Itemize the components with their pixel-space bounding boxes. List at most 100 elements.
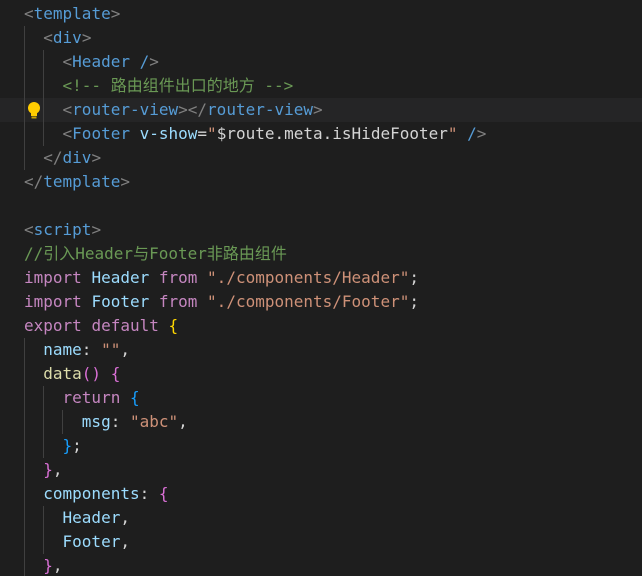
code-token: import: [24, 292, 82, 311]
code-line[interactable]: Header,: [0, 506, 642, 530]
code-token: >: [476, 124, 487, 143]
code-line[interactable]: data() {: [0, 362, 642, 386]
code-text: import Header from "./components/Header"…: [24, 266, 419, 290]
code-line[interactable]: },: [0, 458, 642, 482]
code-token: {: [110, 364, 121, 383]
code-token: Footer: [62, 532, 121, 551]
code-token: ></: [178, 100, 208, 119]
code-token: v-show: [139, 124, 198, 143]
code-line[interactable]: //引入Header与Footer非路由组件: [0, 242, 642, 266]
code-token: <: [24, 220, 34, 239]
code-line[interactable]: </div>: [0, 146, 642, 170]
code-token: /: [467, 124, 477, 143]
code-token: (): [81, 364, 102, 383]
code-token: router-view: [207, 100, 314, 119]
code-token: /: [129, 52, 150, 71]
code-token: default: [91, 316, 159, 335]
code-line[interactable]: <template>: [0, 2, 642, 26]
code-text: export default {: [24, 314, 178, 338]
code-line[interactable]: msg: "abc",: [0, 410, 642, 434]
code-token: {: [168, 316, 179, 335]
code-token: :: [139, 484, 159, 503]
code-line[interactable]: </template>: [0, 170, 642, 194]
code-line[interactable]: Footer,: [0, 530, 642, 554]
lightbulb-icon[interactable]: [24, 100, 44, 120]
code-token: ,: [52, 556, 63, 575]
code-token: >: [149, 52, 159, 71]
code-editor[interactable]: <template> <div> <Header /> <!-- 路由组件出口的…: [0, 0, 642, 576]
code-text: components: {: [24, 482, 168, 506]
code-text: Header,: [24, 506, 130, 530]
code-line[interactable]: <script>: [0, 218, 642, 242]
code-token: Header: [72, 52, 130, 71]
code-token: </: [43, 148, 63, 167]
code-text: <Header />: [24, 50, 159, 74]
code-text: <template>: [24, 2, 120, 26]
code-line[interactable]: };: [0, 434, 642, 458]
code-token: }: [43, 460, 53, 479]
code-token: import: [24, 268, 82, 287]
code-line[interactable]: <Footer v-show="$route.meta.isHideFooter…: [0, 122, 642, 146]
code-token: script: [33, 220, 92, 239]
code-line[interactable]: <div>: [0, 26, 642, 50]
code-line[interactable]: export default {: [0, 314, 642, 338]
code-token: ;: [409, 292, 419, 311]
code-line[interactable]: <!-- 路由组件出口的地方 -->: [0, 74, 642, 98]
code-text: };: [24, 434, 82, 458]
code-token: ,: [120, 508, 130, 527]
code-text: <Footer v-show="$route.meta.isHideFooter…: [24, 122, 487, 146]
code-token: "./components/Footer": [207, 292, 410, 311]
code-token: export: [24, 316, 82, 335]
code-text: </template>: [24, 170, 130, 194]
code-text: <!-- 路由组件出口的地方 -->: [24, 74, 294, 98]
code-line[interactable]: },: [0, 554, 642, 576]
code-token: div: [62, 148, 92, 167]
code-token: div: [52, 28, 82, 47]
code-token: <: [62, 100, 73, 119]
code-token: router-view: [72, 100, 179, 119]
code-line[interactable]: import Footer from "./components/Footer"…: [0, 290, 642, 314]
code-text: msg: "abc",: [24, 410, 188, 434]
code-line[interactable]: <Header />: [0, 50, 642, 74]
code-token: ": [207, 124, 217, 143]
code-token: <: [62, 52, 73, 71]
code-line[interactable]: name: "",: [0, 338, 642, 362]
code-token: "./components/Header": [207, 268, 410, 287]
code-text: //引入Header与Footer非路由组件: [24, 242, 287, 266]
code-token: from: [158, 292, 198, 311]
code-token: template: [43, 172, 121, 191]
code-token: ;: [409, 268, 419, 287]
code-line[interactable]: components: {: [0, 482, 642, 506]
code-token: >: [81, 28, 92, 47]
code-line[interactable]: <router-view></router-view>: [0, 98, 642, 122]
code-line[interactable]: [0, 194, 642, 218]
code-token: return: [62, 388, 121, 407]
code-line[interactable]: import Header from "./components/Header"…: [0, 266, 642, 290]
code-text: </div>: [24, 146, 101, 170]
code-token: data: [43, 364, 82, 383]
code-token: <: [62, 124, 73, 143]
code-line[interactable]: return {: [0, 386, 642, 410]
code-token: {: [129, 388, 140, 407]
code-token: <: [43, 28, 53, 47]
code-text: return {: [24, 386, 140, 410]
code-token: }: [62, 436, 73, 455]
code-token: Footer: [91, 292, 150, 311]
